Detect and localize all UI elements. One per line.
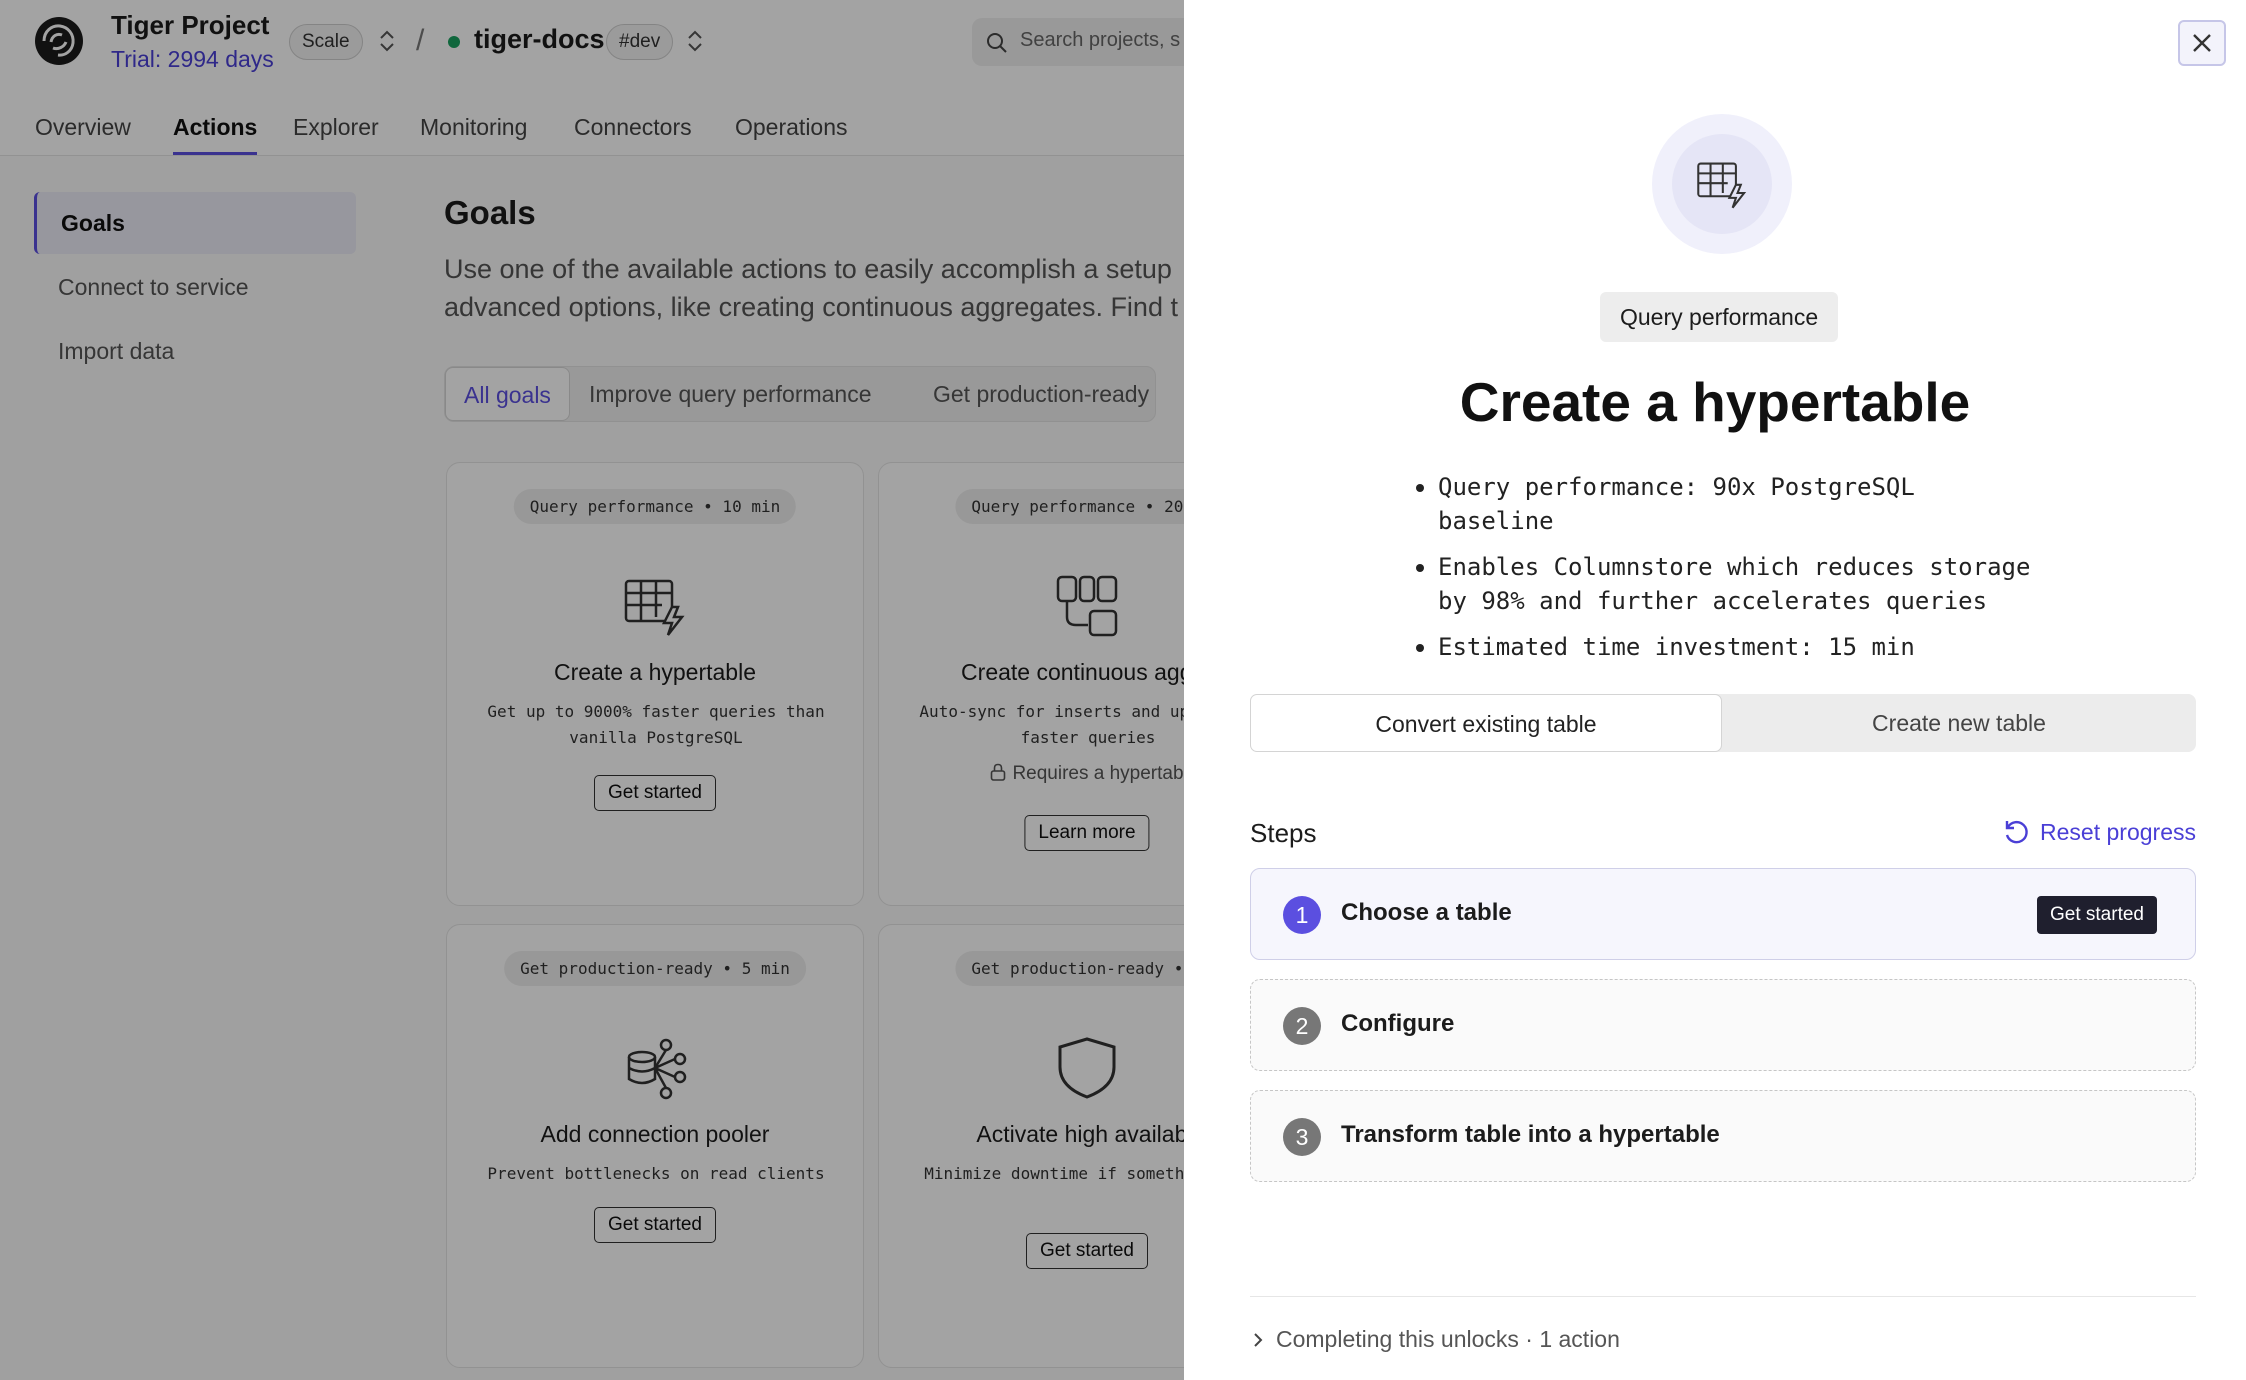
step-number: 2 bbox=[1283, 1007, 1321, 1045]
table-mode-toggle: Convert existing table Create new table bbox=[1250, 694, 2196, 752]
step-number: 3 bbox=[1283, 1118, 1321, 1156]
reset-icon bbox=[2005, 820, 2028, 844]
benefit-item: Query performance: 90x PostgreSQL baseli… bbox=[1414, 470, 2034, 538]
benefit-item: Estimated time investment: 15 min bbox=[1414, 630, 2034, 664]
divider bbox=[1250, 1296, 2196, 1297]
benefit-list: Query performance: 90x PostgreSQL baseli… bbox=[1414, 470, 2034, 676]
close-icon bbox=[2193, 34, 2211, 52]
unlocks-disclosure[interactable]: Completing this unlocks · 1 action bbox=[1250, 1326, 1620, 1353]
close-button[interactable] bbox=[2178, 20, 2226, 66]
goal-detail-drawer: Query performance Create a hypertable Qu… bbox=[1184, 0, 2246, 1380]
table-bolt-icon bbox=[1697, 162, 1747, 209]
benefit-item: Enables Columnstore which reduces storag… bbox=[1414, 550, 2034, 618]
step-configure[interactable]: 2 Configure bbox=[1250, 979, 2196, 1071]
reset-progress-label: Reset progress bbox=[2040, 818, 2196, 845]
step-transform-table[interactable]: 3 Transform table into a hypertable bbox=[1250, 1090, 2196, 1182]
step-label: Transform table into a hypertable bbox=[1341, 1121, 1720, 1148]
step-number: 1 bbox=[1283, 896, 1321, 934]
step-label: Configure bbox=[1341, 1010, 1455, 1037]
step-choose-table[interactable]: 1 Choose a table Get started bbox=[1250, 868, 2196, 960]
hero-icon-badge bbox=[1652, 114, 1792, 254]
convert-existing-table-option[interactable]: Convert existing table bbox=[1250, 694, 1722, 752]
drawer-title: Create a hypertable bbox=[1459, 371, 1971, 433]
category-tag: Query performance bbox=[1600, 292, 1839, 342]
reset-progress-button[interactable]: Reset progress bbox=[2002, 818, 2196, 846]
step-get-started-button[interactable]: Get started bbox=[2037, 896, 2157, 934]
step-label: Choose a table bbox=[1341, 899, 1512, 926]
chevron-right-icon bbox=[1254, 1332, 1263, 1347]
modal-backdrop[interactable] bbox=[0, 0, 1184, 1380]
create-new-table-option[interactable]: Create new table bbox=[1722, 694, 2196, 752]
unlocks-label: Completing this unlocks · 1 action bbox=[1276, 1326, 1620, 1352]
steps-heading: Steps bbox=[1250, 818, 1317, 848]
